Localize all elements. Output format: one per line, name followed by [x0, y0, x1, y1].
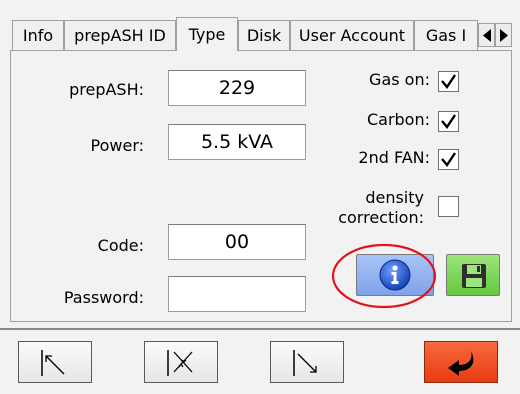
- prepash-label: prepASH:: [69, 80, 144, 99]
- triangle-right-icon: [500, 29, 508, 42]
- power-field[interactable]: 5.5 kVA: [168, 124, 306, 160]
- second-fan-label: 2nd FAN:: [358, 148, 430, 167]
- tab-prepash-id[interactable]: prepASH ID: [64, 20, 176, 50]
- arrows-collapse-icon: [167, 350, 193, 376]
- enter-button[interactable]: [424, 341, 498, 383]
- density-label-line2: correction:: [338, 208, 424, 227]
- tab-disk[interactable]: Disk: [238, 20, 290, 50]
- carbon-label: Carbon:: [366, 110, 430, 129]
- arrow-down-right-icon: [293, 350, 317, 376]
- arrow-down-right-button[interactable]: [270, 341, 344, 383]
- tab-type[interactable]: Type: [176, 17, 238, 51]
- arrows-collapse-button[interactable]: [144, 341, 218, 383]
- highlight-circle: [331, 243, 437, 309]
- arrow-up-left-button[interactable]: [18, 341, 92, 383]
- tab-info[interactable]: Info: [12, 20, 64, 50]
- prepash-field[interactable]: 229: [168, 70, 306, 106]
- carbon-checkbox[interactable]: [438, 111, 459, 132]
- code-field[interactable]: 00: [168, 224, 306, 260]
- code-label: Code:: [97, 236, 144, 255]
- tab-scroll-right-button[interactable]: [495, 23, 512, 47]
- power-label: Power:: [90, 136, 144, 155]
- arrow-up-left-icon: [41, 350, 65, 376]
- gas-on-checkbox[interactable]: [438, 71, 459, 92]
- tab-user-account[interactable]: User Account: [290, 20, 414, 50]
- second-fan-checkbox[interactable]: [438, 149, 459, 170]
- enter-return-icon: [448, 351, 474, 376]
- density-correction-checkbox[interactable]: [438, 196, 459, 217]
- gas-on-label: Gas on:: [369, 70, 430, 89]
- checkmark-icon: [441, 152, 456, 168]
- checkmark-icon: [441, 74, 456, 90]
- floppy-disk-icon: [462, 264, 486, 288]
- password-field[interactable]: [168, 276, 306, 312]
- checkmark-icon: [441, 114, 456, 130]
- triangle-left-icon: [483, 29, 491, 42]
- density-label-line1: density: [365, 188, 424, 207]
- tab-scroll-left-button[interactable]: [478, 23, 495, 47]
- tab-gas[interactable]: Gas I: [414, 20, 478, 50]
- save-button[interactable]: [446, 254, 500, 296]
- density-correction-label: density correction:: [320, 188, 424, 228]
- password-label: Password:: [63, 288, 144, 307]
